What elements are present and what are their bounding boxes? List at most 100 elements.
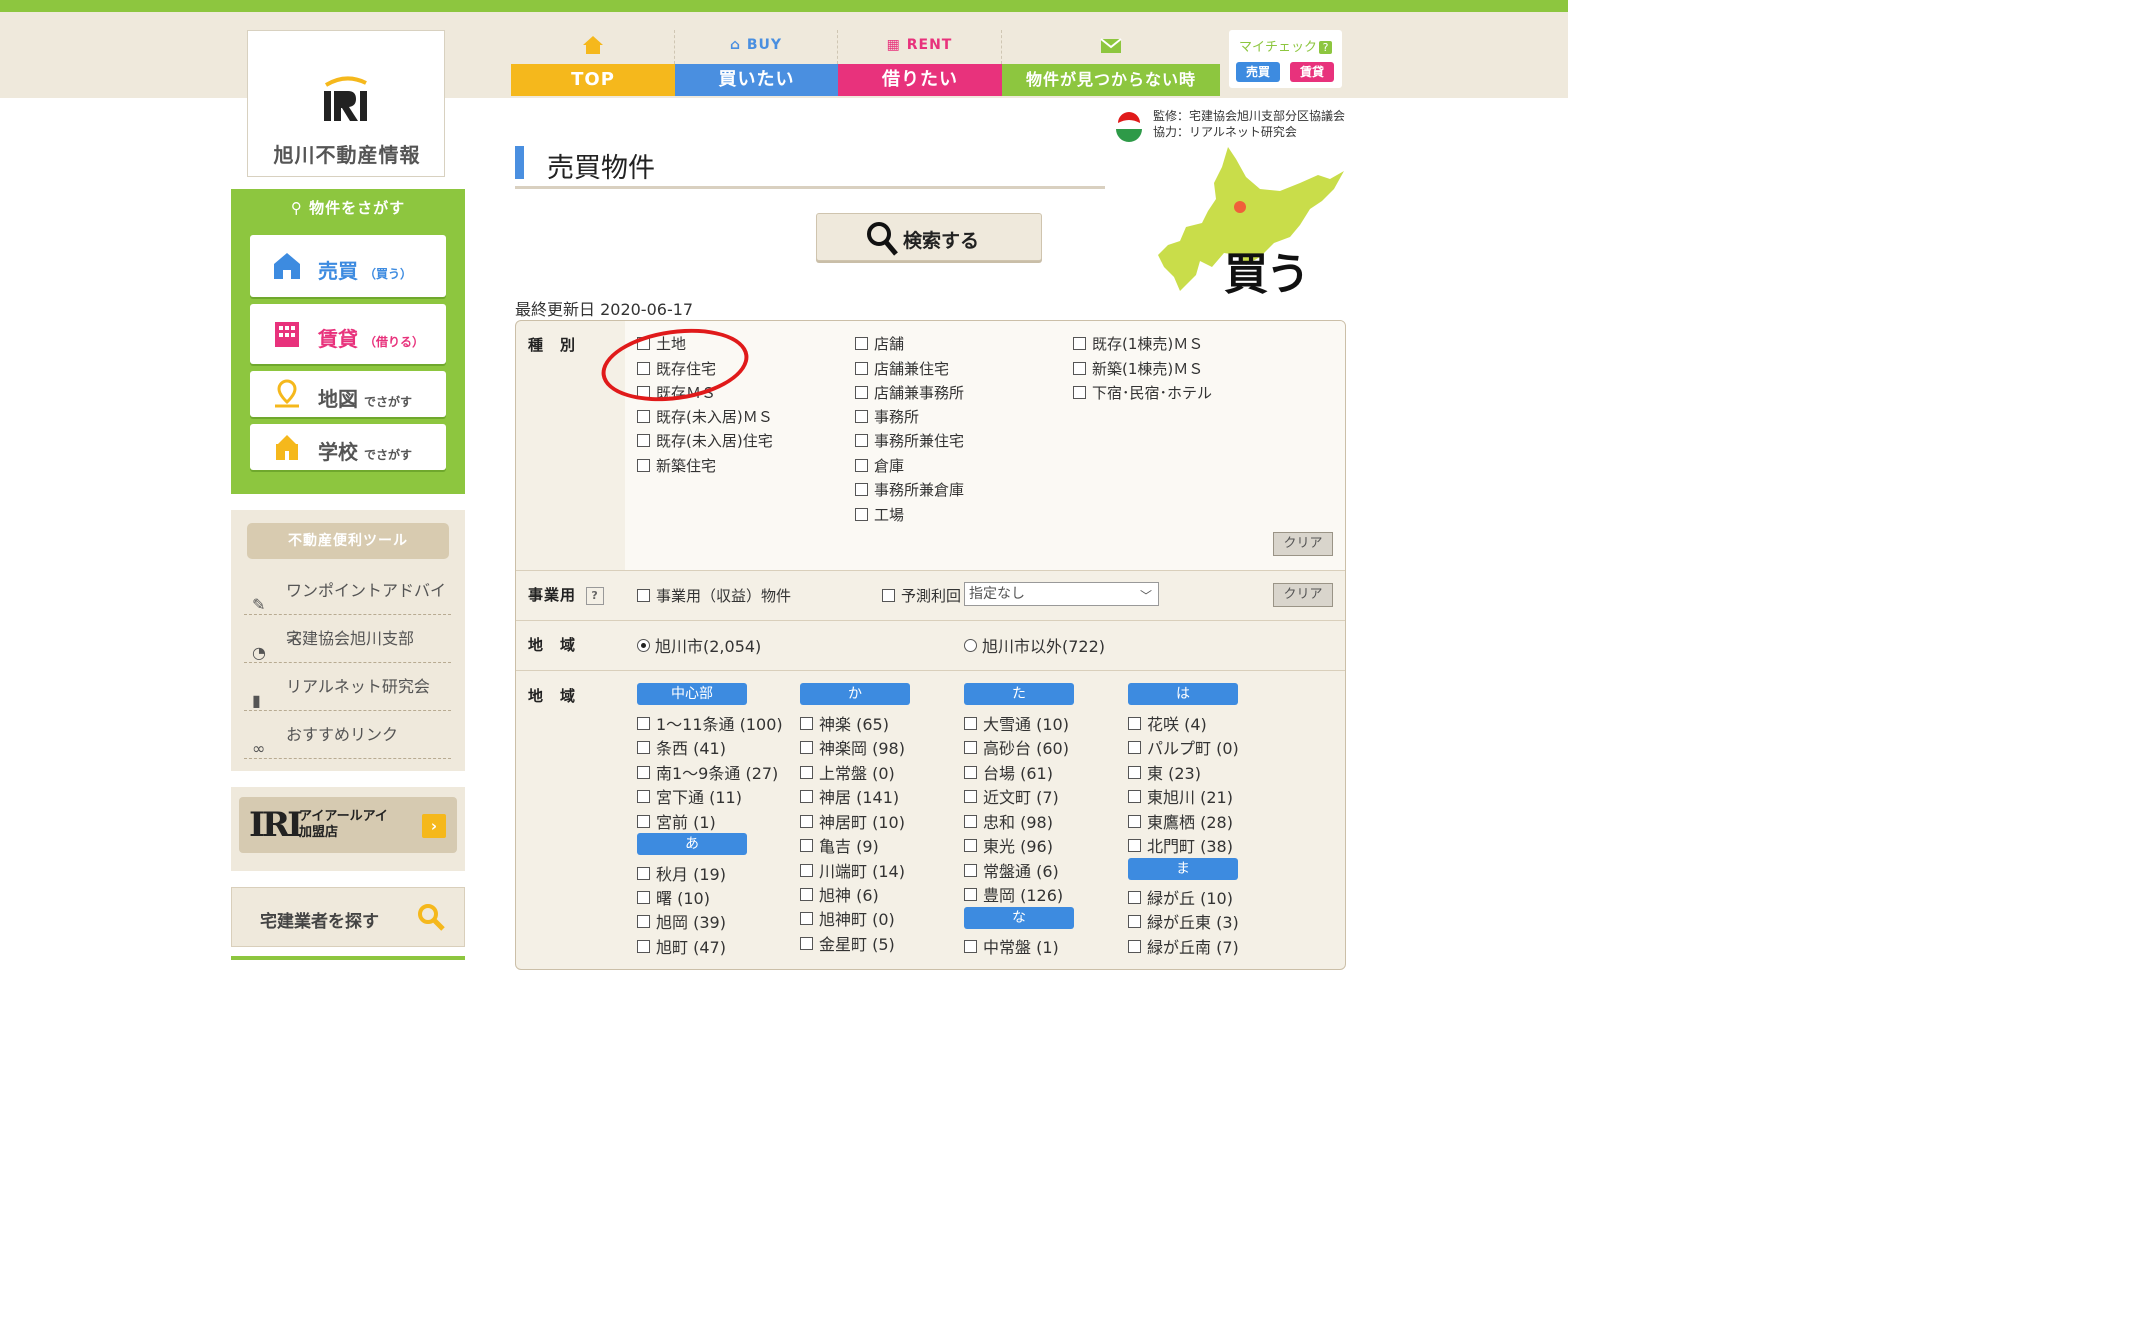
chart-icon: ▮ xyxy=(252,691,261,710)
type-unoccupied-ms-checkbox[interactable]: 既存(未入居)ＭＳ xyxy=(637,406,773,427)
area-checkbox[interactable]: 高砂台 (60) xyxy=(964,735,1069,759)
area-checkbox[interactable]: 緑が丘東 (3) xyxy=(1128,909,1239,933)
nav-not-found-label: 物件が見つからない時 xyxy=(1002,64,1220,96)
area-checkbox[interactable]: 条西 (41) xyxy=(637,735,726,759)
area-checkbox[interactable]: 川端町 (14) xyxy=(800,858,905,882)
tool-association-label: 宅建協会旭川支部 xyxy=(286,629,415,648)
tool-links[interactable]: ∞ おすすめリンク xyxy=(244,711,451,759)
top-accent-bar xyxy=(0,0,1568,12)
area-checkbox[interactable]: 東光 (96) xyxy=(964,833,1053,857)
nav-top[interactable]: TOP xyxy=(511,30,675,98)
area-checkbox[interactable]: 亀吉 (9) xyxy=(800,833,879,857)
site-logo[interactable]: 旭川不動産情報 xyxy=(247,30,445,177)
type-shop-house-checkbox[interactable]: 店舗兼住宅 xyxy=(855,358,949,379)
area-group-header[interactable]: た xyxy=(964,683,1074,705)
area-checkbox[interactable]: 中常盤 (1) xyxy=(964,934,1059,958)
area-checkbox[interactable]: 神居町 (10) xyxy=(800,809,905,833)
area-checkbox[interactable]: 旭岡 (39) xyxy=(637,909,726,933)
help-icon[interactable]: ? xyxy=(586,587,605,605)
nav-rent-label: 借りたい xyxy=(838,64,1002,96)
area-checkbox[interactable]: 神楽 (65) xyxy=(800,711,889,735)
business-checkbox[interactable]: 事業用（収益）物件 xyxy=(637,585,791,606)
iri-member-banner[interactable]: IRI アイアールアイ 加盟店 › xyxy=(231,787,465,871)
area-checkbox[interactable]: 東 (23) xyxy=(1128,760,1201,784)
type-clear-button[interactable]: クリア xyxy=(1273,532,1333,556)
area-group-header[interactable]: 中心部 xyxy=(637,683,747,705)
nav-not-found[interactable]: 物件が見つからない時 xyxy=(1002,30,1220,98)
type-unoccupied-house-checkbox[interactable]: 既存(未入居)住宅 xyxy=(637,430,773,451)
nav-buy-sub: BUY xyxy=(746,37,783,53)
type-office-house-checkbox[interactable]: 事務所兼住宅 xyxy=(855,430,964,451)
area-checkbox[interactable]: 近文町 (7) xyxy=(964,784,1059,808)
area-checkbox[interactable]: 南1～9条通 (27) xyxy=(637,760,778,784)
area-checkbox[interactable]: 金星町 (5) xyxy=(800,931,895,955)
search-icon: ⚲ xyxy=(290,199,303,217)
area-group-header[interactable]: ま xyxy=(1128,858,1238,880)
map-search-button[interactable]: 地図 でさがす xyxy=(250,371,446,417)
type-warehouse-checkbox[interactable]: 倉庫 xyxy=(855,455,904,476)
type-whole-existing-ms-checkbox[interactable]: 既存(1棟売)ＭＳ xyxy=(1073,333,1203,354)
area-checkbox[interactable]: 神楽岡 (98) xyxy=(800,735,905,759)
type-office-warehouse-checkbox[interactable]: 事務所兼倉庫 xyxy=(855,479,964,500)
building-icon: ▦ xyxy=(886,37,901,53)
rent-sub: （借りる） xyxy=(364,335,425,349)
area-checkbox[interactable]: 旭町 (47) xyxy=(637,934,726,958)
sale-button[interactable]: 売買 （買う） xyxy=(250,235,446,297)
area-checkbox[interactable]: 神居 (141) xyxy=(800,784,899,808)
area-checkbox[interactable]: 豊岡 (126) xyxy=(964,882,1063,906)
area-checkbox[interactable]: 旭神町 (0) xyxy=(800,906,895,930)
search-button[interactable]: 検索する xyxy=(816,213,1042,261)
area-group-header[interactable]: あ xyxy=(637,833,747,855)
house-icon: ⌂ xyxy=(729,37,741,53)
region-asahikawa-radio[interactable]: 旭川市(2,054) xyxy=(637,633,761,657)
nav-rent[interactable]: ▦ RENT 借りたい xyxy=(838,30,1002,98)
type-whole-new-ms-checkbox[interactable]: 新築(1棟売)ＭＳ xyxy=(1073,358,1203,379)
area-checkbox[interactable]: 宮前 (1) xyxy=(637,809,716,833)
type-shop-checkbox[interactable]: 店舗 xyxy=(855,333,904,354)
area-checkbox[interactable]: 上常盤 (0) xyxy=(800,760,895,784)
sale-sub: （買う） xyxy=(364,267,413,281)
area-checkbox[interactable]: 大雪通 (10) xyxy=(964,711,1069,735)
area-group-header[interactable]: は xyxy=(1128,683,1238,705)
help-icon[interactable]: ? xyxy=(1319,41,1333,54)
tool-realnet[interactable]: ▮ リアルネット研究会 xyxy=(244,663,451,711)
school-sub: でさがす xyxy=(364,448,413,462)
area-checkbox[interactable]: 花咲 (4) xyxy=(1128,711,1207,735)
type-new-house-checkbox[interactable]: 新築住宅 xyxy=(637,455,716,476)
tool-advice[interactable]: ✎ ワンポイントアドバイス xyxy=(244,567,451,647)
area-checkbox[interactable]: 北門町 (38) xyxy=(1128,833,1233,857)
area-checkbox[interactable]: 常盤通 (6) xyxy=(964,858,1059,882)
yield-select[interactable]: 指定なし ﹀ xyxy=(964,582,1159,606)
area-group-header[interactable]: な xyxy=(964,907,1074,929)
region-other-radio[interactable]: 旭川市以外(722) xyxy=(964,633,1105,657)
area-checkbox[interactable]: 旭神 (6) xyxy=(800,882,879,906)
area-checkbox[interactable]: 台場 (61) xyxy=(964,760,1053,784)
area-checkbox[interactable]: 曙 (10) xyxy=(637,885,710,909)
area-checkbox[interactable]: 東旭川 (21) xyxy=(1128,784,1233,808)
agent-search-button[interactable]: 宅建業者を探す xyxy=(231,887,465,947)
business-clear-button[interactable]: クリア xyxy=(1273,583,1333,607)
row-divider xyxy=(516,620,1345,621)
nav-buy[interactable]: ⌂ BUY 買いたい xyxy=(675,30,838,98)
area-checkbox[interactable]: 緑が丘南 (7) xyxy=(1128,934,1239,958)
area-checkbox[interactable]: 宮下通 (11) xyxy=(637,784,742,808)
school-search-button[interactable]: 学校 でさがす xyxy=(250,424,446,470)
rent-button[interactable]: 賃貸 （借りる） xyxy=(250,304,446,364)
area-checkbox[interactable]: パルプ町 (0) xyxy=(1128,735,1239,759)
area-group-header[interactable]: か xyxy=(800,683,910,705)
type-lodging-checkbox[interactable]: 下宿･民宿･ホテル xyxy=(1073,382,1212,403)
area-checkbox[interactable]: 東鷹栖 (28) xyxy=(1128,809,1233,833)
mycheck-buy-button[interactable]: 売買 xyxy=(1236,62,1280,82)
type-office-checkbox[interactable]: 事務所 xyxy=(855,406,919,427)
area-checkbox[interactable]: 1～11条通 (100) xyxy=(637,711,783,735)
area-checkbox[interactable]: 秋月 (19) xyxy=(637,861,726,885)
tool-association[interactable]: ◔ 宅建協会旭川支部 xyxy=(244,615,451,663)
area-checkbox[interactable]: 忠和 (98) xyxy=(964,809,1053,833)
mycheck-rent-button[interactable]: 賃貸 xyxy=(1290,62,1334,82)
business-row-label: 事業用 xyxy=(528,586,577,604)
type-shop-office-checkbox[interactable]: 店舗兼事務所 xyxy=(855,382,964,403)
type-factory-checkbox[interactable]: 工場 xyxy=(855,504,904,525)
area-checkbox[interactable]: 緑が丘 (10) xyxy=(1128,885,1233,909)
mail-icon xyxy=(1002,30,1220,64)
map-sub: でさがす xyxy=(364,395,413,409)
